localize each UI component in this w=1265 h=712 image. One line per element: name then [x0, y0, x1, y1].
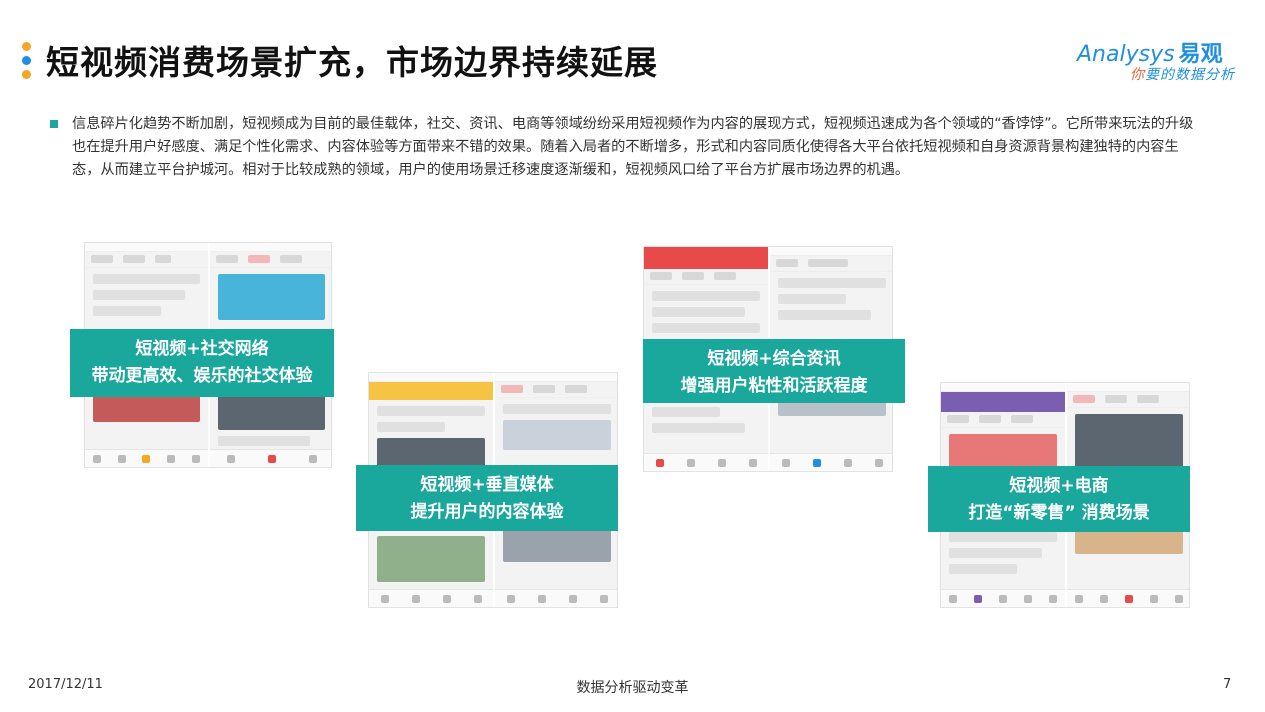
caption-social-line1: 短视频+社交网络	[135, 339, 269, 359]
bullet-square	[50, 120, 58, 128]
caption-vertical-media: 短视频+垂直媒体 提升用户的内容体验	[356, 465, 618, 531]
caption-social-line2: 带动更高效、娱乐的社交体验	[91, 366, 313, 386]
caption-general-news: 短视频+综合资讯 增强用户粘性和活跃程度	[643, 339, 905, 403]
analysys-logo: Analysys 易观 你要的数据分析	[1077, 36, 1237, 86]
body-paragraph: 信息碎片化趋势不断加剧，短视频成为目前的最佳载体，社交、资讯、电商等领域纷纷采用…	[72, 116, 1194, 178]
title-decoration-dots	[22, 42, 32, 80]
caption-news-line1: 短视频+综合资讯	[707, 349, 841, 369]
caption-ecommerce: 短视频+电商 打造“新零售” 消费场景	[928, 466, 1190, 532]
logo-slogan: 你要的数据分析	[1130, 64, 1235, 84]
caption-ecommerce-line1: 短视频+电商	[1009, 476, 1109, 496]
dot-orange	[22, 70, 31, 79]
logo-slogan-em: 你	[1130, 67, 1145, 83]
caption-ecommerce-line2: 打造“新零售” 消费场景	[968, 503, 1150, 523]
page-title: 短视频消费场景扩充，市场边界持续延展	[46, 43, 658, 82]
page-number: 7	[1223, 677, 1232, 692]
caption-news-line2: 增强用户粘性和活跃程度	[680, 376, 868, 396]
logo-slogan-rest: 要的数据分析	[1145, 67, 1235, 83]
dot-blue	[22, 56, 31, 65]
caption-social-network: 短视频+社交网络 带动更高效、娱乐的社交体验	[70, 329, 334, 397]
footer-slogan: 数据分析驱动变革	[576, 680, 689, 696]
caption-vertical-line1: 短视频+垂直媒体	[420, 475, 554, 495]
dot-orange	[22, 42, 31, 51]
caption-vertical-line2: 提升用户的内容体验	[410, 502, 564, 522]
